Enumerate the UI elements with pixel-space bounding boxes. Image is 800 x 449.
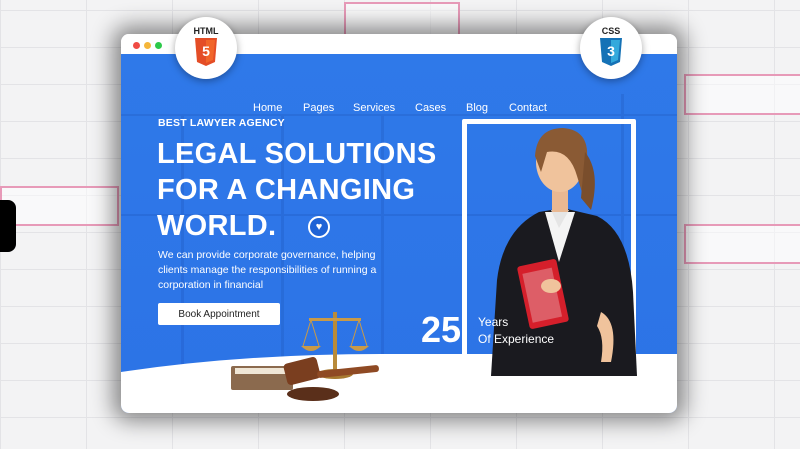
css3-label: CSS bbox=[601, 26, 621, 36]
years-label-1: Years bbox=[478, 315, 509, 329]
css3-badge: CSS 3 bbox=[580, 17, 642, 79]
heart-icon[interactable]: ♥ bbox=[308, 216, 330, 238]
html5-number: 5 bbox=[202, 43, 210, 59]
headline-line-1: LEGAL SOLUTIONS bbox=[157, 138, 437, 170]
html5-label: HTML bbox=[193, 26, 219, 36]
css3-number: 3 bbox=[607, 43, 615, 59]
hero-description: We can provide corporate governance, hel… bbox=[158, 249, 377, 291]
hero-eyebrow: BEST LAWYER AGENCY bbox=[158, 117, 285, 129]
close-dot-icon[interactable] bbox=[133, 42, 140, 49]
book-icon bbox=[231, 366, 293, 390]
hero-headline: LEGAL SOLUTIONS FOR A CHANGING WORLD. bbox=[157, 136, 457, 244]
browser-window: Home Pages Services Cases Blog Contact B… bbox=[121, 34, 677, 413]
minimize-dot-icon[interactable] bbox=[144, 42, 151, 49]
maximize-dot-icon[interactable] bbox=[155, 42, 162, 49]
nav-cases[interactable]: Cases bbox=[415, 102, 446, 114]
nav-services[interactable]: Services bbox=[353, 102, 395, 114]
deco-box-right-bottom bbox=[684, 224, 800, 264]
headline-line-3: WORLD. bbox=[157, 210, 277, 242]
deco-box-right-top bbox=[684, 74, 800, 115]
justice-props bbox=[231, 312, 379, 401]
nav-home[interactable]: Home bbox=[253, 102, 282, 114]
headline-line-2: FOR A CHANGING bbox=[157, 174, 416, 206]
years-number: 25 bbox=[421, 309, 462, 350]
deco-box-left bbox=[0, 186, 119, 226]
nav-pages[interactable]: Pages bbox=[303, 102, 334, 114]
deco-box-top bbox=[344, 2, 460, 36]
html5-badge: HTML 5 bbox=[175, 17, 237, 79]
years-label-2: Of Experience bbox=[478, 332, 555, 346]
deco-black-shape bbox=[0, 200, 16, 252]
